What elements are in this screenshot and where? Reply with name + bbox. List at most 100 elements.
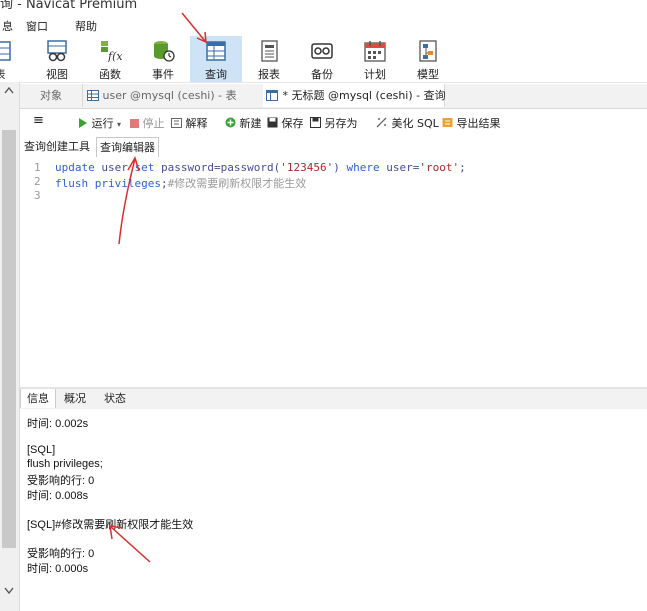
code-line-2[interactable]: flush privileges;#修改需要刷新权限才能生效 (55, 175, 306, 191)
string-literal-root: 'root' (419, 161, 460, 174)
tab-status[interactable]: 状态 (98, 389, 132, 408)
info-line: 时间: 0.002s (27, 418, 89, 430)
stop-icon (130, 119, 139, 128)
query-menu-button[interactable]: ≡ (33, 113, 44, 128)
assignment-expression: password=password( (161, 161, 281, 174)
explain-button[interactable]: 解释 (171, 115, 208, 131)
window-title-bar: 询 - Navicat Premium (0, 0, 647, 14)
stop-button[interactable]: 停止 (130, 115, 165, 131)
tab-user-table-label: user @mysql (ceshi) - 表 (102, 89, 237, 102)
save-label: 保存 (281, 117, 304, 130)
beautify-sql-button[interactable]: 美化 SQL (376, 115, 439, 131)
tab-objects[interactable]: 对象 (20, 84, 83, 107)
new-query-label: 新建 (239, 117, 262, 130)
save-button[interactable]: 保存 (267, 115, 304, 131)
stop-label: 停止 (142, 117, 165, 130)
toolbar-function-button[interactable]: f(x) 函数 (84, 36, 136, 82)
run-label: 运行 (91, 117, 114, 130)
function-icon: f(x) (101, 41, 122, 62)
toolbar-function-label: 函数 (99, 68, 121, 81)
tab-profile[interactable]: 概况 (58, 389, 92, 408)
toolbar-backup-label: 备份 (311, 68, 333, 81)
toolbar-report-button[interactable]: 报表 (243, 36, 295, 82)
query-mode-tabs: 查询创建工具 查询编辑器 (20, 135, 647, 158)
line-number: 3 (34, 189, 41, 202)
toolbar-query-button[interactable]: 查询 (190, 36, 242, 82)
toolbar-model-label: 模型 (417, 68, 439, 81)
query-icon (266, 90, 278, 101)
menu-item-edit[interactable]: 息 (2, 18, 13, 34)
toolbar-view-button[interactable]: 视图 (31, 36, 83, 82)
toolbar-backup-button[interactable]: 备份 (296, 36, 348, 82)
chevron-up-icon[interactable] (4, 86, 14, 94)
model-icon (419, 40, 437, 62)
event-icon (154, 41, 175, 62)
line-number: 2 (34, 175, 41, 188)
keyword-where: where (346, 161, 380, 174)
toolbar-table-button[interactable]: 表 (0, 36, 26, 82)
menu-item-window[interactable]: 窗口 (26, 18, 48, 34)
new-icon (225, 117, 236, 128)
run-button[interactable]: 运行 ▾ (78, 115, 121, 131)
toolbar-schedule-button[interactable]: 计划 (349, 36, 401, 82)
line-number: 1 (34, 161, 41, 174)
line-number-gutter: 1 2 3 (20, 157, 52, 387)
sql-editor[interactable]: 1 2 3 update user set password=password(… (20, 157, 647, 387)
toolbar-report-label: 报表 (258, 68, 280, 81)
info-line: flush privileges; (27, 458, 103, 470)
navigation-scrollbar-thumb[interactable] (2, 130, 16, 548)
export-results-button[interactable]: 导出结果 (442, 115, 501, 131)
export-icon (442, 118, 453, 127)
info-output-panel: 时间: 0.002s [SQL] flush privileges; 受影响的行… (20, 409, 647, 611)
beautify-sql-label: 美化 SQL (391, 117, 439, 130)
string-literal-password: '123456' (280, 161, 334, 174)
window-title: 询 - Navicat Premium (0, 0, 138, 12)
toolbar-query-label: 查询 (205, 68, 227, 81)
semicolon: ; (160, 177, 168, 190)
new-query-button[interactable]: 新建 (225, 115, 262, 131)
explain-label: 解释 (185, 117, 208, 130)
table-icon (0, 41, 11, 61)
info-line: 受影响的行: 0 (27, 548, 95, 560)
code-line-1[interactable]: update user set password=password('12345… (55, 161, 466, 174)
toolbar-event-label: 事件 (152, 68, 174, 81)
chevron-down-icon[interactable] (4, 587, 14, 595)
toolbar-model-button[interactable]: 模型 (402, 36, 454, 82)
toolbar-event-button[interactable]: 事件 (137, 36, 189, 82)
document-tab-bar: 对象 user @mysql (ceshi) - 表 * 无标题 @mysql … (20, 84, 647, 109)
save-icon (267, 117, 278, 128)
info-line: [SQL]#修改需要刷新权限才能生效 (27, 519, 194, 531)
report-icon (261, 40, 278, 62)
info-line: [SQL] (27, 444, 56, 456)
export-results-label: 导出结果 (456, 117, 501, 130)
tab-untitled-query-label: * 无标题 @mysql (ceshi) - 查询 (282, 89, 446, 102)
save-as-button[interactable]: 另存为 (310, 115, 358, 131)
backup-icon (311, 43, 333, 59)
tab-objects-label: 对象 (40, 89, 62, 102)
save-as-label: 另存为 (324, 117, 358, 130)
info-line: 受影响的行: 0 (27, 475, 95, 487)
condition-expression: user= (386, 161, 420, 174)
sql-comment: #修改需要刷新权限才能生效 (167, 177, 307, 190)
identifier-user: user (101, 161, 128, 174)
menu-item-help[interactable]: 帮助 (75, 18, 97, 34)
tab-user-table[interactable]: user @mysql (ceshi) - 表 (83, 84, 264, 107)
tab-query-editor[interactable]: 查询编辑器 (96, 137, 159, 158)
play-icon (79, 118, 87, 128)
beautify-icon (376, 117, 387, 128)
tab-query-builder[interactable]: 查询创建工具 (21, 137, 93, 156)
toolbar-schedule-label: 计划 (364, 68, 386, 81)
query-icon (206, 41, 226, 61)
explain-icon (171, 118, 182, 128)
schedule-icon (364, 41, 386, 62)
tab-info[interactable]: 信息 (20, 389, 56, 408)
tab-untitled-query[interactable]: * 无标题 @mysql (ceshi) - 查询 (263, 84, 446, 107)
query-toolbar: ≡ 运行 ▾ 停止 解释 新建 保存 另存为 美化 SQL 导出结果 (20, 110, 647, 134)
keyword-update: update (55, 161, 95, 174)
close-paren: ) (333, 161, 340, 174)
run-dropdown-icon[interactable]: ▾ (117, 120, 121, 129)
keyword-privileges: privileges (94, 177, 161, 190)
view-icon (47, 40, 67, 62)
toolbar-view-label: 视图 (46, 68, 68, 81)
save-as-icon (310, 117, 321, 128)
